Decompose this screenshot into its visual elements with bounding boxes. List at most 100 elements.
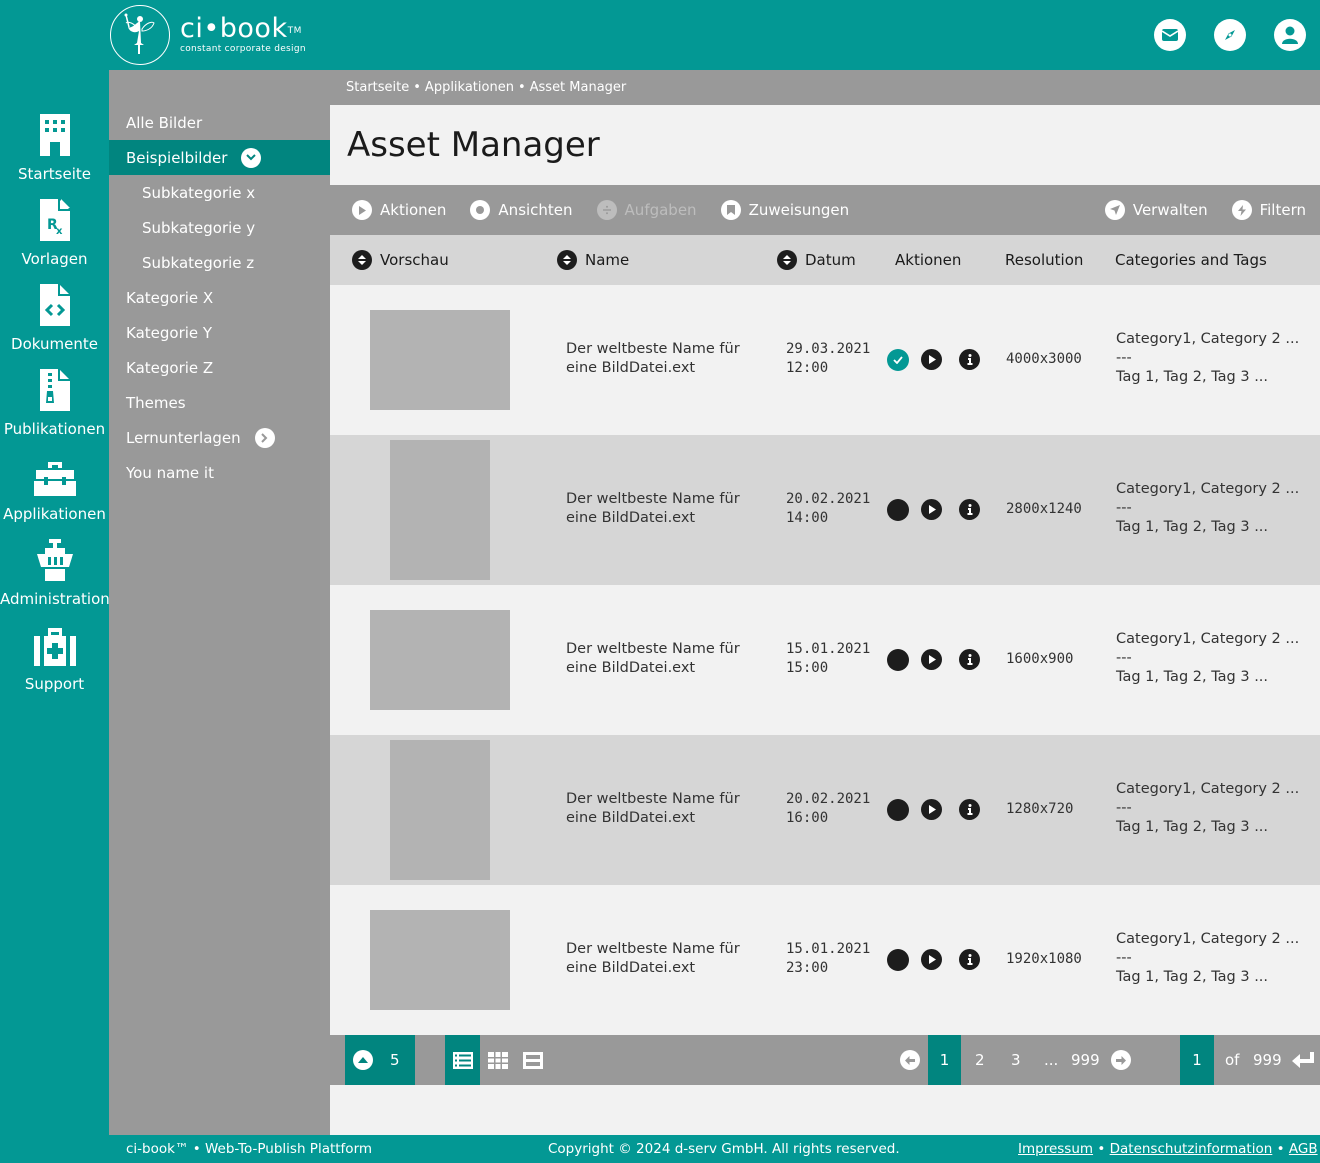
footer-copyright: Copyright © 2024 d-serv GmbH. All rights… [548, 1141, 900, 1157]
category-label: Lernunterlagen [126, 428, 241, 447]
info-icon[interactable] [959, 349, 980, 370]
info-icon[interactable] [959, 799, 980, 820]
impressum-link[interactable]: Impressum [1018, 1141, 1093, 1157]
info-icon[interactable] [959, 949, 980, 970]
file-name: Der weltbeste Name für eine BildDatei.ext [566, 341, 740, 376]
column-vorschau[interactable]: Vorschau [352, 235, 449, 285]
enter-icon[interactable] [1292, 1035, 1314, 1085]
nav-item-dokumente[interactable]: Dokumente [0, 282, 109, 352]
split-view-icon[interactable] [520, 1035, 545, 1085]
per-page-selector[interactable]: 5 [345, 1035, 415, 1085]
category-label: Subkategorie z [142, 253, 255, 272]
info-icon[interactable] [959, 649, 980, 670]
next-page-button[interactable] [1111, 1035, 1131, 1085]
column-label: Name [585, 251, 630, 269]
play-icon[interactable] [921, 949, 942, 970]
play-circle-icon [352, 200, 372, 220]
file-date: 29.03.2021 12:00 [786, 341, 871, 376]
ansichten-button[interactable]: Ansichten [470, 200, 573, 220]
main-nav: Startseite Rx Vorlagen Dokumente Publika… [0, 70, 110, 1135]
chevron-right-icon[interactable] [254, 427, 275, 448]
table-row[interactable]: Der weltbeste Name für eine BildDatei.ext… [330, 735, 1320, 885]
aktionen-button[interactable]: Aktionen [352, 200, 446, 220]
footer-platform: ci-book™ • Web-To-Publish Plattform [126, 1141, 373, 1157]
page-3[interactable]: 3 [1011, 1035, 1021, 1085]
category-you-name-it[interactable]: You name it [109, 455, 330, 490]
category-label: Kategorie X [126, 288, 214, 307]
category-kategorie-x[interactable]: Kategorie X [109, 280, 330, 315]
nav-item-applikationen[interactable]: Applikationen [0, 452, 109, 522]
resolution: 2800x1240 [1006, 501, 1082, 517]
nav-item-startseite[interactable]: Startseite [0, 112, 109, 182]
select-circle-icon[interactable] [887, 949, 909, 971]
per-page-value: 5 [390, 1051, 400, 1069]
nav-item-publikationen[interactable]: Publikationen [0, 367, 109, 437]
category-alle-bilder[interactable]: Alle Bilder [109, 105, 330, 140]
list-view-icon[interactable] [445, 1035, 480, 1085]
table-row[interactable]: Der weltbeste Name für eine BildDatei.ext… [330, 885, 1320, 1035]
category-kategorie-z[interactable]: Kategorie Z [109, 350, 330, 385]
chevron-down-icon[interactable] [241, 147, 262, 168]
image-thumbnail[interactable] [370, 310, 510, 410]
category-lernunterlagen[interactable]: Lernunterlagen [109, 420, 330, 455]
category-label: Kategorie Y [126, 323, 213, 342]
page-999[interactable]: 999 [1071, 1035, 1100, 1085]
play-icon[interactable] [921, 799, 942, 820]
nav-label: Vorlagen [21, 250, 88, 268]
play-icon[interactable] [921, 349, 942, 370]
compass-icon[interactable] [1214, 19, 1246, 51]
play-icon[interactable] [921, 499, 942, 520]
info-icon[interactable] [959, 499, 980, 520]
page-jump-input[interactable]: 1 [1180, 1035, 1214, 1085]
image-thumbnail[interactable] [390, 440, 490, 580]
table-row[interactable]: Der weltbeste Name für eine BildDatei.ext… [330, 585, 1320, 735]
select-circle-icon[interactable] [887, 799, 909, 821]
column-resolution: Resolution [1005, 235, 1083, 285]
mail-icon[interactable] [1154, 19, 1186, 51]
page-1[interactable]: 1 [928, 1035, 961, 1085]
brand-logo[interactable]: ci•bookTM constant corporate design [110, 5, 306, 65]
aufgaben-button[interactable]: Aufgaben [596, 200, 697, 220]
nav-item-administration[interactable]: Administration [0, 537, 110, 607]
column-datum[interactable]: Datum [777, 235, 856, 285]
agb-link[interactable]: AGB [1289, 1141, 1318, 1157]
category-themes[interactable]: Themes [109, 385, 330, 420]
category-subkategorie-z[interactable]: Subkategorie z [109, 245, 330, 280]
control-tower-icon [0, 537, 109, 581]
prev-page-button[interactable] [900, 1035, 920, 1085]
zuweisungen-button[interactable]: Zuweisungen [720, 200, 849, 220]
check-circle-icon[interactable] [887, 349, 909, 371]
category-kategorie-y[interactable]: Kategorie Y [109, 315, 330, 350]
select-circle-icon[interactable] [887, 499, 909, 521]
image-thumbnail[interactable] [390, 740, 490, 880]
select-circle-icon[interactable] [887, 649, 909, 671]
datenschutz-link[interactable]: Datenschutzinformation [1110, 1141, 1273, 1157]
zip-file-icon [0, 367, 109, 411]
nav-item-vorlagen[interactable]: Rx Vorlagen [0, 197, 109, 267]
breadcrumb-item[interactable]: Startseite [346, 80, 409, 95]
category-beispielbilder[interactable]: Beispielbilder [109, 140, 330, 175]
category-label: Alle Bilder [126, 113, 203, 132]
column-name[interactable]: Name [557, 235, 629, 285]
building-icon [0, 112, 109, 156]
table-row[interactable]: Der weltbeste Name für eine BildDatei.ext… [330, 285, 1320, 435]
play-icon[interactable] [921, 649, 942, 670]
top-header: ci•bookTM constant corporate design [0, 0, 1320, 70]
category-subkategorie-x[interactable]: Subkategorie x [109, 175, 330, 210]
nav-label: Applikationen [3, 505, 106, 523]
page-2[interactable]: 2 [975, 1035, 985, 1085]
table-row[interactable]: Der weltbeste Name für eine BildDatei.ext… [330, 435, 1320, 585]
column-categories-tags: Categories and Tags [1115, 235, 1267, 285]
breadcrumb-item[interactable]: Applikationen [425, 80, 514, 95]
filtern-button[interactable]: Filtern [1231, 200, 1306, 220]
image-thumbnail[interactable] [370, 910, 510, 1010]
verwalten-button[interactable]: Verwalten [1104, 200, 1208, 220]
image-thumbnail[interactable] [370, 610, 510, 710]
grid-view-icon[interactable] [485, 1035, 510, 1085]
file-date: 15.01.2021 23:00 [786, 941, 871, 976]
user-icon[interactable] [1274, 19, 1306, 51]
nav-item-support[interactable]: Support [0, 622, 109, 692]
category-sidebar: Alle Bilder Beispielbilder Subkategorie … [109, 70, 330, 1135]
category-subkategorie-y[interactable]: Subkategorie y [109, 210, 330, 245]
breadcrumb-current: Asset Manager [529, 80, 627, 95]
